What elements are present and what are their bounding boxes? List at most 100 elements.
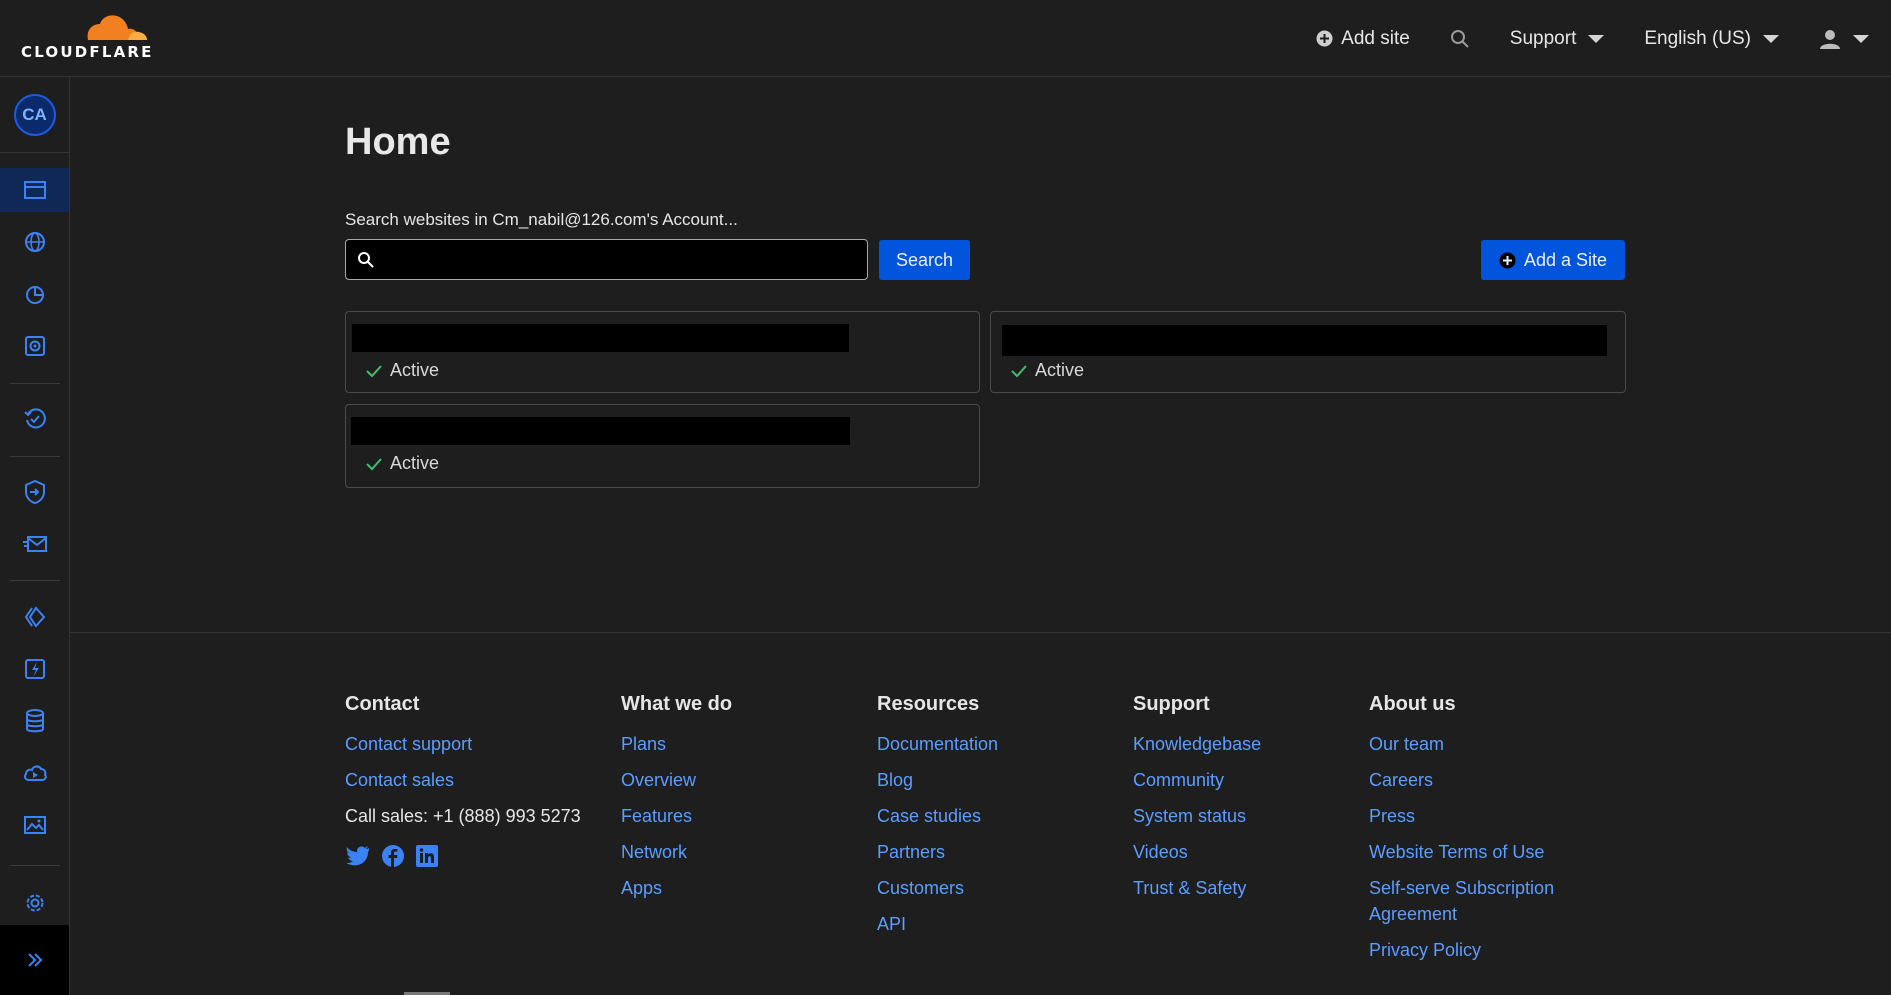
trace-icon <box>23 408 46 429</box>
footer-divider <box>70 632 1891 633</box>
sidebar-item-websites[interactable] <box>0 168 69 212</box>
language-dropdown[interactable]: English (US) <box>1644 28 1779 50</box>
footer-heading: What we do <box>621 693 733 715</box>
social-links <box>345 844 581 868</box>
redacted-domain <box>1002 325 1607 356</box>
footer-link-trust-safety[interactable]: Trust & Safety <box>1133 870 1261 906</box>
sidebar-item-settings[interactable] <box>0 881 69 925</box>
footer-link-privacy-policy[interactable]: Privacy Policy <box>1369 932 1569 968</box>
footer-link-videos[interactable]: Videos <box>1133 834 1261 870</box>
footer-link-api[interactable]: API <box>877 906 998 942</box>
footer-link-blog[interactable]: Blog <box>877 762 998 798</box>
security-center-icon <box>24 336 45 356</box>
sidebar: CA <box>0 77 70 995</box>
footer-link-network[interactable]: Network <box>621 834 732 870</box>
footer-heading: About us <box>1369 693 1456 715</box>
footer-link-contact-support[interactable]: Contact support <box>345 726 581 762</box>
check-icon <box>1011 364 1027 377</box>
stream-cloud-icon <box>23 765 47 781</box>
email-icon <box>22 536 47 552</box>
sidebar-divider <box>10 456 60 457</box>
images-icon <box>23 816 46 834</box>
add-site-label: Add site <box>1341 27 1410 49</box>
footer-column-what-we-do: What we do Plans Overview Features Netwo… <box>621 693 732 906</box>
site-status: Active <box>366 360 439 381</box>
search-icon <box>346 251 386 269</box>
sidebar-item-analytics[interactable] <box>0 272 69 316</box>
check-icon <box>366 364 382 377</box>
footer-heading: Resources <box>877 693 980 715</box>
settings-icon <box>26 894 43 912</box>
chevron-down-icon <box>1763 34 1779 43</box>
sidebar-expand-button[interactable] <box>0 925 69 995</box>
sidebar-item-stream[interactable] <box>0 751 69 795</box>
linkedin-icon[interactable] <box>415 844 439 868</box>
site-card[interactable]: Active <box>345 311 980 393</box>
add-site-link[interactable]: Add site <box>1316 28 1410 50</box>
sidebar-item-workers[interactable] <box>0 647 69 691</box>
chevron-down-icon <box>1853 34 1869 43</box>
user-menu-dropdown[interactable] <box>1819 28 1869 50</box>
sidebar-item-trace[interactable] <box>0 397 69 441</box>
top-navigation-bar: CLOUDFLARE Add site Support English (US) <box>0 0 1891 77</box>
site-card[interactable]: Active <box>990 311 1626 393</box>
footer-link-contact-sales[interactable]: Contact sales <box>345 762 581 798</box>
footer-link-our-team[interactable]: Our team <box>1369 726 1569 762</box>
account-avatar[interactable]: CA <box>13 93 56 136</box>
footer-link-subscription-agreement[interactable]: Self-serve Subscription Agreement <box>1369 870 1569 932</box>
footer-link-system-status[interactable]: System status <box>1133 798 1261 834</box>
brand-name: CLOUDFLARE <box>21 43 154 61</box>
global-search-button[interactable] <box>1450 29 1470 49</box>
search-button[interactable]: Search <box>879 240 970 280</box>
sidebar-item-pages[interactable] <box>0 595 69 639</box>
sidebar-item-storage[interactable] <box>0 699 69 743</box>
user-icon <box>1820 29 1840 49</box>
footer-link-press[interactable]: Press <box>1369 798 1569 834</box>
search-icon <box>1450 29 1469 48</box>
footer-heading: Support <box>1133 693 1210 715</box>
sidebar-item-security-center[interactable] <box>0 324 69 368</box>
footer-link-customers[interactable]: Customers <box>877 870 998 906</box>
footer-column-resources: Resources Documentation Blog Case studie… <box>877 693 998 942</box>
footer-link-knowledgebase[interactable]: Knowledgebase <box>1133 726 1261 762</box>
search-label: Search websites in Cm_nabil@126.com's Ac… <box>345 210 738 229</box>
site-status-label: Active <box>390 360 440 380</box>
page-title: Home <box>345 121 451 163</box>
site-status: Active <box>366 453 439 474</box>
sidebar-item-images[interactable] <box>0 803 69 847</box>
footer-link-plans[interactable]: Plans <box>621 726 732 762</box>
footer-link-overview[interactable]: Overview <box>621 762 732 798</box>
language-label: English (US) <box>1644 27 1751 49</box>
footer-link-community[interactable]: Community <box>1133 762 1261 798</box>
sidebar-item-email[interactable] <box>0 522 69 566</box>
account-switcher[interactable]: CA <box>0 77 69 153</box>
pages-icon <box>24 606 45 628</box>
footer-link-careers[interactable]: Careers <box>1369 762 1569 798</box>
sidebar-item-zero-trust[interactable] <box>0 470 69 514</box>
chevron-down-icon <box>1588 34 1605 43</box>
add-a-site-button[interactable]: Add a Site <box>1481 240 1625 280</box>
cloudflare-logo[interactable]: CLOUDFLARE <box>20 12 160 62</box>
site-search-field[interactable] <box>345 239 868 280</box>
footer-heading: Contact <box>345 693 420 715</box>
footer-link-apps[interactable]: Apps <box>621 870 732 906</box>
footer-link-features[interactable]: Features <box>621 798 732 834</box>
sidebar-item-domains[interactable] <box>0 220 69 264</box>
site-card[interactable]: Active <box>345 404 980 488</box>
redacted-domain <box>351 417 850 445</box>
workers-icon <box>24 659 45 679</box>
site-status-label: Active <box>1035 360 1085 380</box>
support-dropdown[interactable]: Support <box>1510 28 1605 50</box>
site-status: Active <box>1011 360 1084 381</box>
facebook-icon[interactable] <box>381 844 405 868</box>
twitter-icon[interactable] <box>345 844 371 868</box>
footer-link-documentation[interactable]: Documentation <box>877 726 998 762</box>
footer-link-case-studies[interactable]: Case studies <box>877 798 998 834</box>
footer-column-contact: Contact Contact support Contact sales Ca… <box>345 693 581 868</box>
footer-link-website-terms[interactable]: Website Terms of Use <box>1369 834 1569 870</box>
cloudflare-cloud-logo-icon <box>87 15 147 40</box>
footer-link-partners[interactable]: Partners <box>877 834 998 870</box>
site-search-input[interactable] <box>386 239 867 280</box>
analytics-pie-icon <box>25 286 44 304</box>
sidebar-divider <box>10 865 60 866</box>
